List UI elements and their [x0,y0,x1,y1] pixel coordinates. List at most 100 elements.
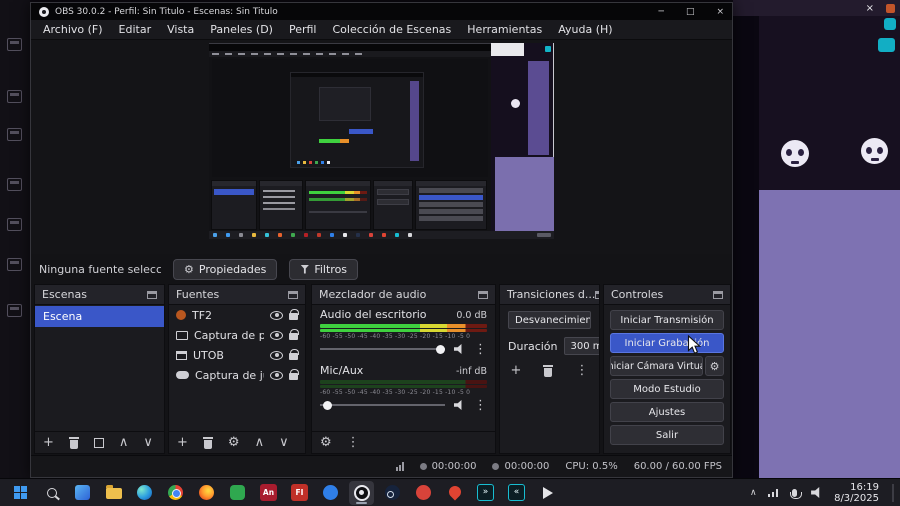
menu-editar[interactable]: Editar [111,23,160,36]
visibility-eye-icon[interactable] [270,330,283,340]
channel-menu-button[interactable]: ⋮ [474,343,487,356]
edge-browser-button[interactable] [132,481,157,505]
steam-button[interactable] [380,481,405,505]
transition-select[interactable]: Desvanecimiento ▴ ▾ [508,311,591,329]
start-button[interactable] [8,481,33,505]
move-scene-down-button[interactable]: ∨ [143,436,153,449]
network-graph-icon [395,462,404,471]
preview-area[interactable]: OBS 30.0.2 - Perfil: Sin Titulo - Escena… [31,40,732,254]
add-scene-button[interactable]: + [43,436,54,449]
remove-transition-button[interactable] [543,364,554,377]
capture-app-button[interactable]: » [473,481,498,505]
start-streaming-button[interactable]: Iniciar Transmisión [610,310,724,330]
remove-source-button[interactable] [202,436,213,449]
filters-button[interactable]: Filtros [289,258,359,280]
sources-panel-header[interactable]: Fuentes [169,285,305,305]
slider-handle[interactable] [322,401,332,410]
scenes-panel-header[interactable]: Escenas [35,285,164,305]
move-source-up-button[interactable]: ∧ [255,436,265,449]
tray-expand-chevron[interactable]: ∧ [750,488,757,498]
menu-herramientas[interactable]: Herramientas [459,23,550,36]
dock-popout-icon[interactable] [147,290,157,299]
transitions-panel-header[interactable]: Transiciones d... [500,285,599,305]
controls-panel-header[interactable]: Controles [604,285,730,305]
lock-icon[interactable] [289,369,299,380]
firefox-browser-button[interactable] [194,481,219,505]
show-desktop-button[interactable] [892,483,894,502]
capture-app-button-2[interactable]: « [504,481,529,505]
menu-paneles[interactable]: Paneles (D) [202,23,281,36]
start-recording-button[interactable]: Iniciar Grabación [610,333,724,353]
slider-handle[interactable] [436,345,446,354]
file-explorer-button[interactable] [101,481,126,505]
minimize-button[interactable]: ─ [659,7,664,17]
add-transition-button[interactable]: + [511,364,522,377]
lock-icon[interactable] [289,329,299,340]
edge-sidebar-button[interactable] [878,38,895,52]
source-item[interactable]: Captura de juego [169,365,305,385]
settings-button[interactable]: Ajustes [610,402,724,422]
source-item[interactable]: TF2 [169,305,305,325]
visibility-eye-icon[interactable] [270,370,283,380]
visibility-eye-icon[interactable] [270,310,283,320]
search-button[interactable] [39,481,64,505]
obs-taskbar-button[interactable] [349,480,374,505]
menu-perfil[interactable]: Perfil [281,23,325,36]
scenes-title: Escenas [42,288,87,301]
channel-menu-button[interactable]: ⋮ [474,399,487,412]
volume-slider[interactable] [320,343,446,355]
blue-app-button[interactable] [318,481,343,505]
speaker-icon[interactable] [454,400,462,410]
source-properties-button[interactable]: ⚙ [228,436,240,449]
play-app-button[interactable] [535,481,560,505]
menu-ayuda[interactable]: Ayuda (H) [550,23,620,36]
exit-button[interactable]: Salir [610,425,724,445]
network-icon[interactable] [767,488,779,497]
mixer-panel-header[interactable]: Mezclador de audio [312,285,495,305]
red-circle-app-button[interactable] [411,481,436,505]
menu-archivo[interactable]: Archivo (F) [35,23,111,36]
lock-icon[interactable] [289,309,299,320]
menu-vista[interactable]: Vista [159,23,202,36]
volume-icon[interactable] [811,487,820,498]
dock-popout-icon[interactable] [288,290,298,299]
edge-sidebar-button[interactable] [884,18,896,30]
microphone-icon[interactable] [789,488,802,499]
taskbar-clock[interactable]: 16:19 8/3/2025 [834,482,879,504]
start-virtual-camera-button[interactable]: Iniciar Cámara Virtual [610,356,703,376]
chrome-browser-button[interactable] [163,481,188,505]
mixer-menu-button[interactable]: ⋮ [347,436,360,449]
background-close-icon[interactable]: × [866,3,874,14]
studio-mode-button[interactable]: Modo Estudio [610,379,724,399]
visibility-eye-icon[interactable] [270,350,283,360]
scene-item-selected[interactable]: Escena [35,306,164,327]
virtual-camera-settings-button[interactable]: ⚙ [705,356,724,376]
move-source-down-button[interactable]: ∨ [279,436,289,449]
red-app-an-button[interactable]: An [256,481,281,505]
widgets-button[interactable] [70,481,95,505]
red-app-fi-button[interactable]: FI [287,481,312,505]
volume-slider[interactable] [320,399,445,411]
menu-coleccion-escenas[interactable]: Colección de Escenas [325,23,460,36]
add-source-button[interactable]: + [177,436,188,449]
scene-filters-button[interactable] [93,437,104,448]
speaker-icon[interactable] [454,344,462,354]
lock-icon[interactable] [289,349,299,360]
maximize-button[interactable]: □ [686,7,695,17]
dock-popout-icon[interactable] [713,290,723,299]
dock-popout-icon[interactable] [478,290,488,299]
obs-titlebar[interactable]: OBS 30.0.2 - Perfil: Sin Titulo - Escena… [31,3,732,20]
move-scene-up-button[interactable]: ∧ [119,436,129,449]
dock-popout-icon[interactable] [595,290,599,299]
source-item[interactable]: UTOB [169,345,305,365]
mixer-settings-button[interactable]: ⚙ [320,436,332,449]
green-app-button[interactable] [225,481,250,505]
close-button[interactable]: × [716,7,724,17]
pin-app-button[interactable] [442,481,467,505]
obs-window: OBS 30.0.2 - Perfil: Sin Titulo - Escena… [30,2,733,478]
remove-scene-button[interactable] [68,436,79,449]
transition-menu-button[interactable]: ⋮ [575,364,588,377]
properties-button[interactable]: ⚙ Propiedades [173,258,278,280]
source-item[interactable]: Captura de pantall [169,325,305,345]
duration-spinbox[interactable]: 300 ms ▴ ▾ [563,337,599,355]
